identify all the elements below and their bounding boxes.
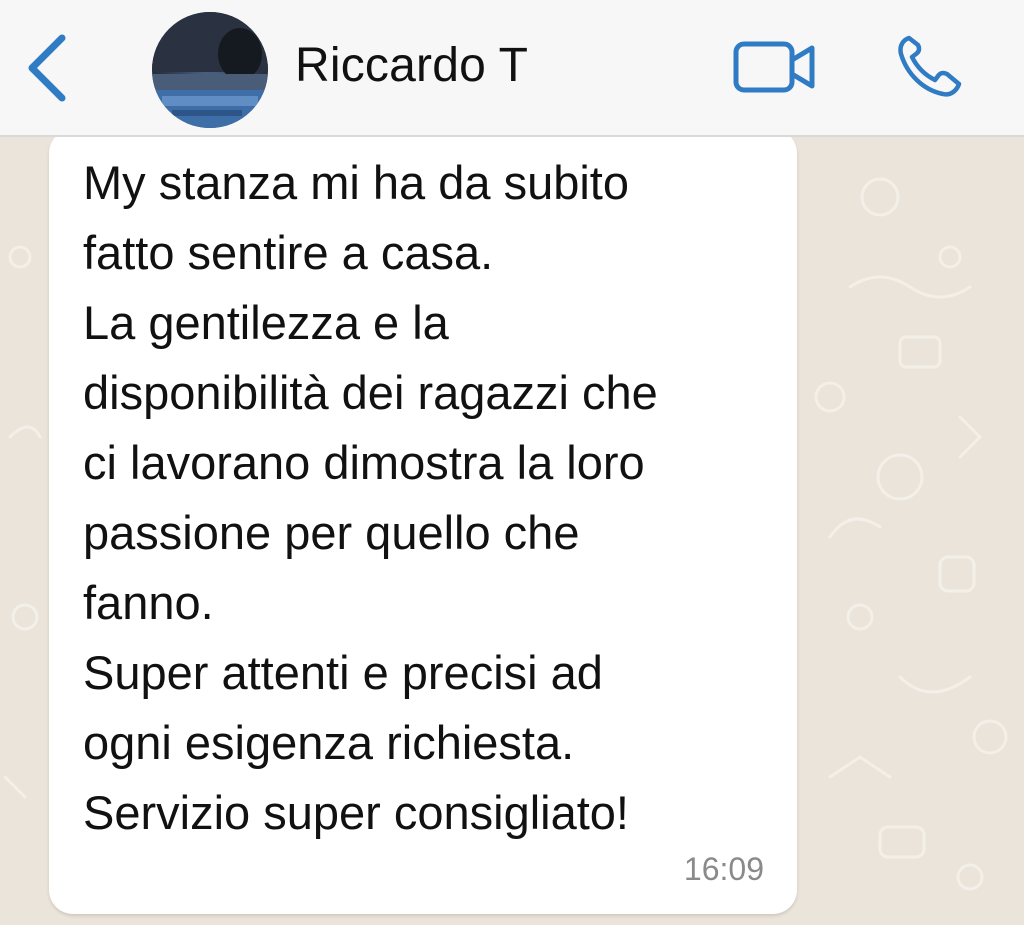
message-bubble[interactable]: My stanza mi ha da subito fatto sentire … [49,137,797,914]
message-text: My stanza mi ha da subito fatto sentire … [83,156,658,839]
back-button[interactable] [22,32,72,104]
video-call-button[interactable] [732,38,818,96]
phone-icon [898,35,962,97]
chat-header: Riccardo T [0,0,1024,137]
chat-area[interactable]: My stanza mi ha da subito fatto sentire … [0,137,1024,925]
video-camera-icon [733,41,815,93]
contact-name[interactable]: Riccardo T [295,38,528,93]
avatar-image [152,12,268,128]
chevron-left-icon [28,34,66,102]
voice-call-button[interactable] [893,32,963,100]
message-timestamp: 16:09 [683,851,764,887]
avatar[interactable] [152,12,268,128]
